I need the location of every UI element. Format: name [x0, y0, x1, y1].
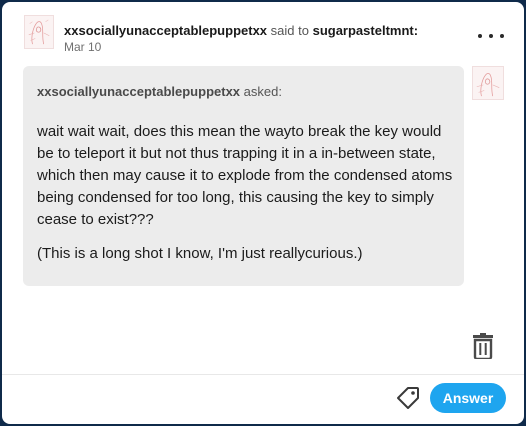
- sketch-avatar-icon: [28, 19, 50, 45]
- recipient-name[interactable]: sugarpasteltmnt:: [313, 23, 418, 38]
- asked-text: asked:: [243, 84, 282, 99]
- answer-button[interactable]: Answer: [430, 383, 506, 413]
- author-name[interactable]: xxsociallyunacceptablepuppetxx: [64, 23, 267, 38]
- post-card: xxsociallyunacceptablepuppetxx said to s…: [2, 2, 524, 424]
- asker-name[interactable]: xxsociallyunacceptablepuppetxx: [37, 84, 240, 99]
- ask-bubble: xxsociallyunacceptablepuppetxx asked: wa…: [23, 66, 464, 286]
- sketch-avatar-icon: [476, 73, 500, 97]
- author-avatar[interactable]: [24, 15, 54, 49]
- said-to-text: said to: [270, 23, 309, 38]
- question-paragraph: wait wait wait, does this mean the wayto…: [37, 123, 453, 228]
- more-horizontal-icon: [478, 34, 482, 38]
- delete-button[interactable]: [472, 333, 494, 359]
- tag-button[interactable]: [395, 385, 421, 411]
- asker-avatar[interactable]: [472, 66, 504, 100]
- trash-icon: [473, 333, 493, 359]
- asker-line: xxsociallyunacceptablepuppetxx asked:: [37, 84, 282, 99]
- more-dot: [489, 34, 493, 38]
- question-paragraph: (This is a long shot I know, I'm just re…: [37, 245, 363, 262]
- footer-divider: [2, 374, 524, 375]
- question-text: wait wait wait, does this mean the wayto…: [37, 121, 457, 265]
- post-date: Mar 10: [64, 40, 102, 54]
- post-header: xxsociallyunacceptablepuppetxx said to s…: [64, 23, 418, 38]
- more-options-button[interactable]: [478, 29, 504, 43]
- more-dot: [500, 34, 504, 38]
- tag-icon: [397, 387, 419, 409]
